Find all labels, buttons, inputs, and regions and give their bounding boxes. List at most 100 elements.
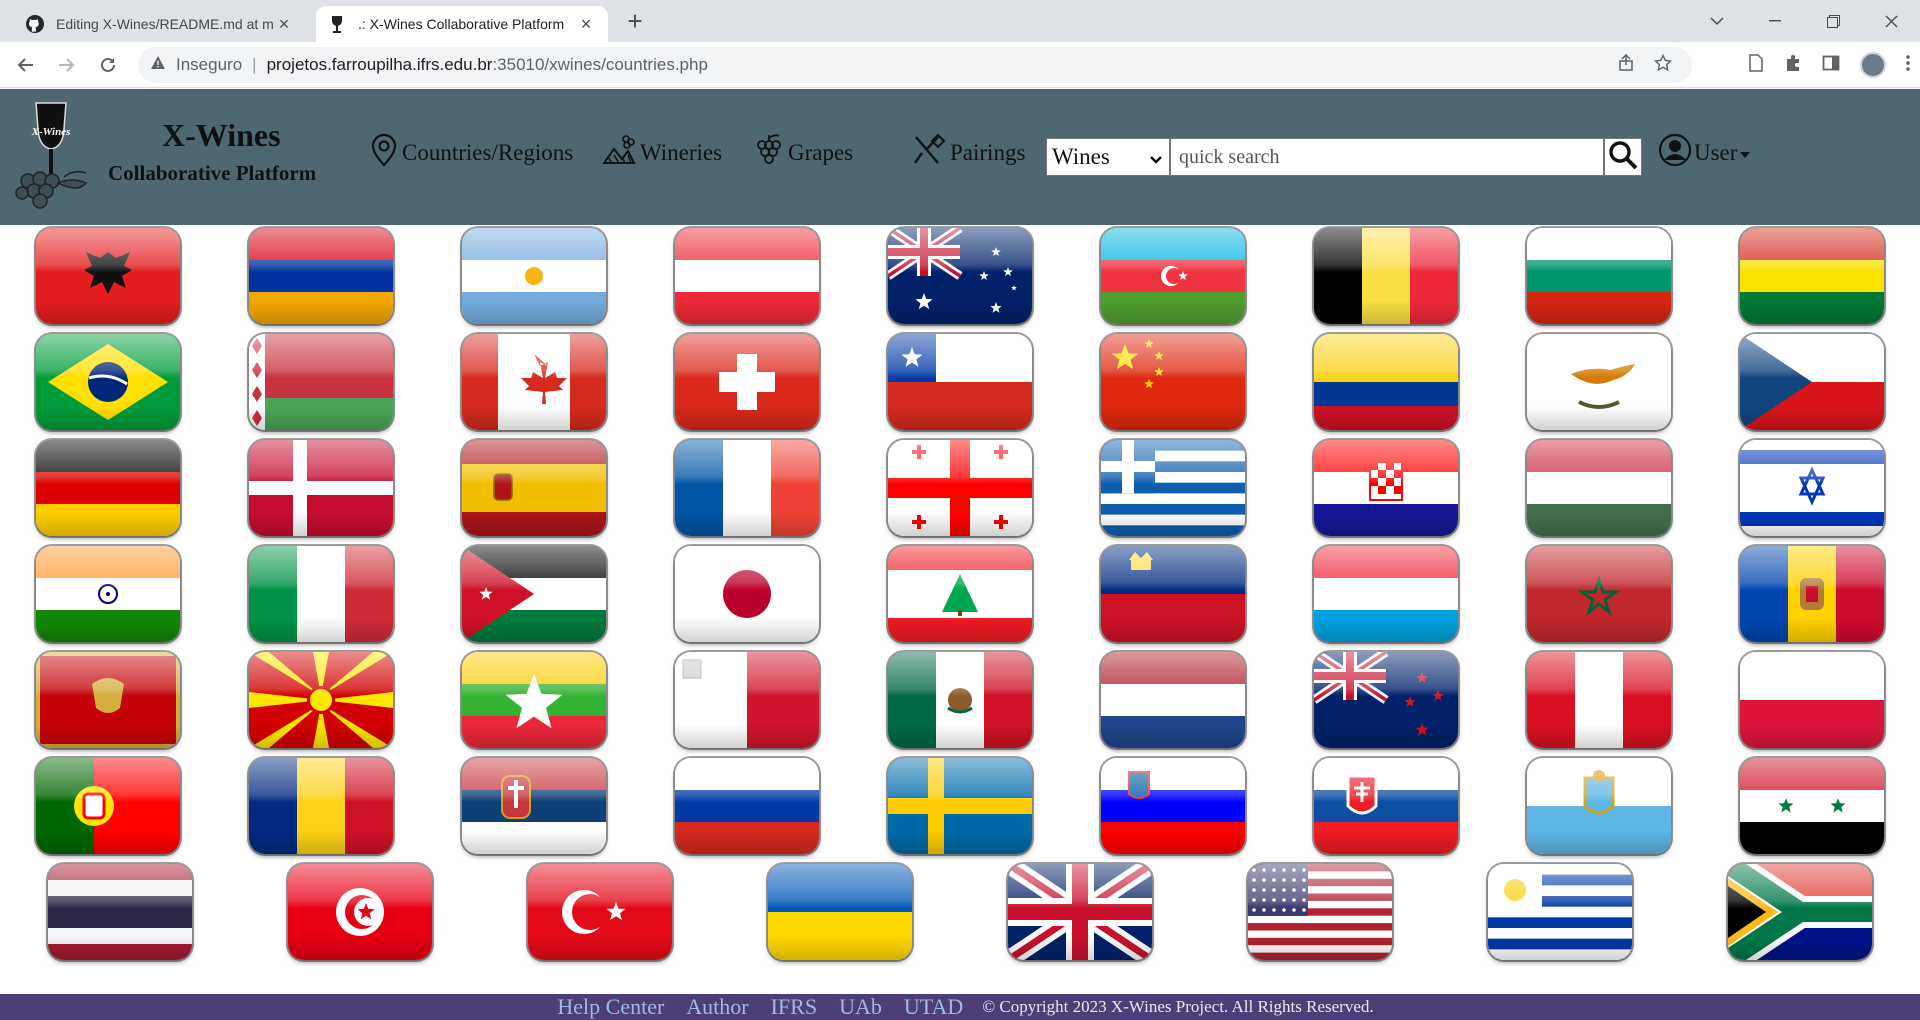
flag-colombia[interactable] [1314, 334, 1458, 430]
flag-india[interactable] [36, 546, 180, 642]
extensions-puzzle-icon[interactable] [1784, 54, 1802, 77]
flag-moldova[interactable] [1740, 546, 1884, 642]
flag-mexico[interactable] [888, 652, 1032, 748]
flag-france[interactable] [675, 440, 819, 536]
flag-belgium[interactable] [1314, 228, 1458, 324]
flag-serbia[interactable] [462, 758, 606, 854]
tab-github-readme[interactable]: Editing X-Wines/README.md at m × [14, 6, 306, 42]
flag-lebanon[interactable] [888, 546, 1032, 642]
flag-jordan[interactable] [462, 546, 606, 642]
footer-link-utad[interactable]: UTAD [904, 994, 963, 1020]
forward-arrow-icon[interactable] [52, 51, 80, 79]
brand-subtitle[interactable]: Collaborative Platform [108, 161, 316, 186]
footer-link-help-center[interactable]: Help Center [557, 994, 664, 1020]
flag-ukraine[interactable] [768, 864, 912, 960]
search-button[interactable] [1604, 138, 1642, 176]
flag-syria[interactable] [1740, 758, 1884, 854]
flag-denmark[interactable] [249, 440, 393, 536]
flag-georgia[interactable] [888, 440, 1032, 536]
close-tab-icon[interactable]: × [274, 14, 294, 34]
xwines-logo[interactable]: X-Wines [14, 101, 110, 211]
footer-link-ifrs[interactable]: IFRS [771, 994, 817, 1020]
restore-icon[interactable] [1804, 0, 1862, 42]
flag-myanmar[interactable] [462, 652, 606, 748]
flag-morocco[interactable] [1527, 546, 1671, 642]
flag-montenegro[interactable] [36, 652, 180, 748]
profile-avatar[interactable] [1860, 52, 1886, 78]
flag-canada[interactable] [462, 334, 606, 430]
flag-peru[interactable] [1527, 652, 1671, 748]
security-label[interactable]: Inseguro [176, 55, 242, 75]
flag-sweden[interactable] [888, 758, 1032, 854]
user-menu[interactable]: User [1658, 133, 1751, 173]
flag-poland[interactable] [1740, 652, 1884, 748]
flag-australia[interactable] [888, 228, 1032, 324]
flag-belarus[interactable] [249, 334, 393, 430]
flag-slovenia[interactable] [1101, 758, 1245, 854]
close-window-icon[interactable] [1862, 0, 1920, 42]
menu-wineries[interactable]: Wineries [602, 133, 722, 173]
footer-link-author[interactable]: Author [686, 994, 748, 1020]
bookmark-star-icon[interactable] [1653, 53, 1673, 77]
flag-luxembourg[interactable] [1314, 546, 1458, 642]
tab-xwines-platform[interactable]: .: X-Wines Collaborative Platform × [316, 6, 608, 42]
flag-tunisia[interactable] [288, 864, 432, 960]
flag-liechtenstein[interactable] [1101, 546, 1245, 642]
footer-link-uab[interactable]: UAb [839, 994, 882, 1020]
flag-south-africa[interactable] [1728, 864, 1872, 960]
flag-hungary[interactable] [1527, 440, 1671, 536]
brand-title[interactable]: X-Wines [162, 117, 281, 154]
flag-united-kingdom[interactable] [1008, 864, 1152, 960]
flag-romania[interactable] [249, 758, 393, 854]
flag-argentina[interactable] [462, 228, 606, 324]
flag-uruguay[interactable] [1488, 864, 1632, 960]
flag-albania[interactable] [36, 228, 180, 324]
flag-switzerland[interactable] [675, 334, 819, 430]
quick-search-input[interactable]: quick search [1170, 138, 1604, 176]
flag-malta[interactable] [675, 652, 819, 748]
tab-search-icon[interactable] [1688, 0, 1746, 42]
flag-cyprus[interactable] [1527, 334, 1671, 430]
back-arrow-icon[interactable] [12, 51, 40, 79]
close-tab-icon[interactable]: × [576, 14, 596, 34]
flag-italy[interactable] [249, 546, 393, 642]
flag-turkey[interactable] [528, 864, 672, 960]
flag-azerbaijan[interactable] [1101, 228, 1245, 324]
menu-countries-regions[interactable]: Countries/Regions [370, 133, 573, 173]
flag-brazil[interactable] [36, 334, 180, 430]
url-bar[interactable]: Inseguro | projetos.farroupilha.ifrs.edu… [138, 47, 1692, 83]
flag-spain[interactable] [462, 440, 606, 536]
flag-israel[interactable] [1740, 440, 1884, 536]
share-icon[interactable] [1618, 53, 1636, 77]
flag-new-zealand[interactable] [1314, 652, 1458, 748]
flag-bolivia[interactable] [1740, 228, 1884, 324]
side-panel-icon[interactable] [1822, 54, 1840, 77]
more-options-icon[interactable] [1906, 54, 1910, 77]
flag-united-states[interactable] [1248, 864, 1392, 960]
flag-china[interactable] [1101, 334, 1245, 430]
flag-netherlands[interactable] [1101, 652, 1245, 748]
flag-greece[interactable] [1101, 440, 1245, 536]
flag-russia[interactable] [675, 758, 819, 854]
minimize-icon[interactable] [1746, 0, 1804, 42]
flag-germany[interactable] [36, 440, 180, 536]
warning-icon[interactable] [150, 55, 166, 76]
flag-armenia[interactable] [249, 228, 393, 324]
flag-croatia[interactable] [1314, 440, 1458, 536]
flag-chile[interactable] [888, 334, 1032, 430]
flag-portugal[interactable] [36, 758, 180, 854]
flag-czech-republic[interactable] [1740, 334, 1884, 430]
menu-pairings[interactable]: Pairings [912, 133, 1025, 173]
flag-austria[interactable] [675, 228, 819, 324]
reading-list-icon[interactable] [1748, 53, 1764, 77]
flag-north-macedonia[interactable] [249, 652, 393, 748]
flag-san-marino[interactable] [1527, 758, 1671, 854]
new-tab-button[interactable]: + [620, 8, 650, 36]
flag-bulgaria[interactable] [1527, 228, 1671, 324]
reload-icon[interactable] [94, 51, 122, 79]
flag-slovakia[interactable] [1314, 758, 1458, 854]
menu-grapes[interactable]: Grapes [754, 133, 853, 173]
flag-thailand[interactable] [48, 864, 192, 960]
flag-japan[interactable] [675, 546, 819, 642]
search-type-select[interactable]: Wines [1046, 138, 1170, 176]
